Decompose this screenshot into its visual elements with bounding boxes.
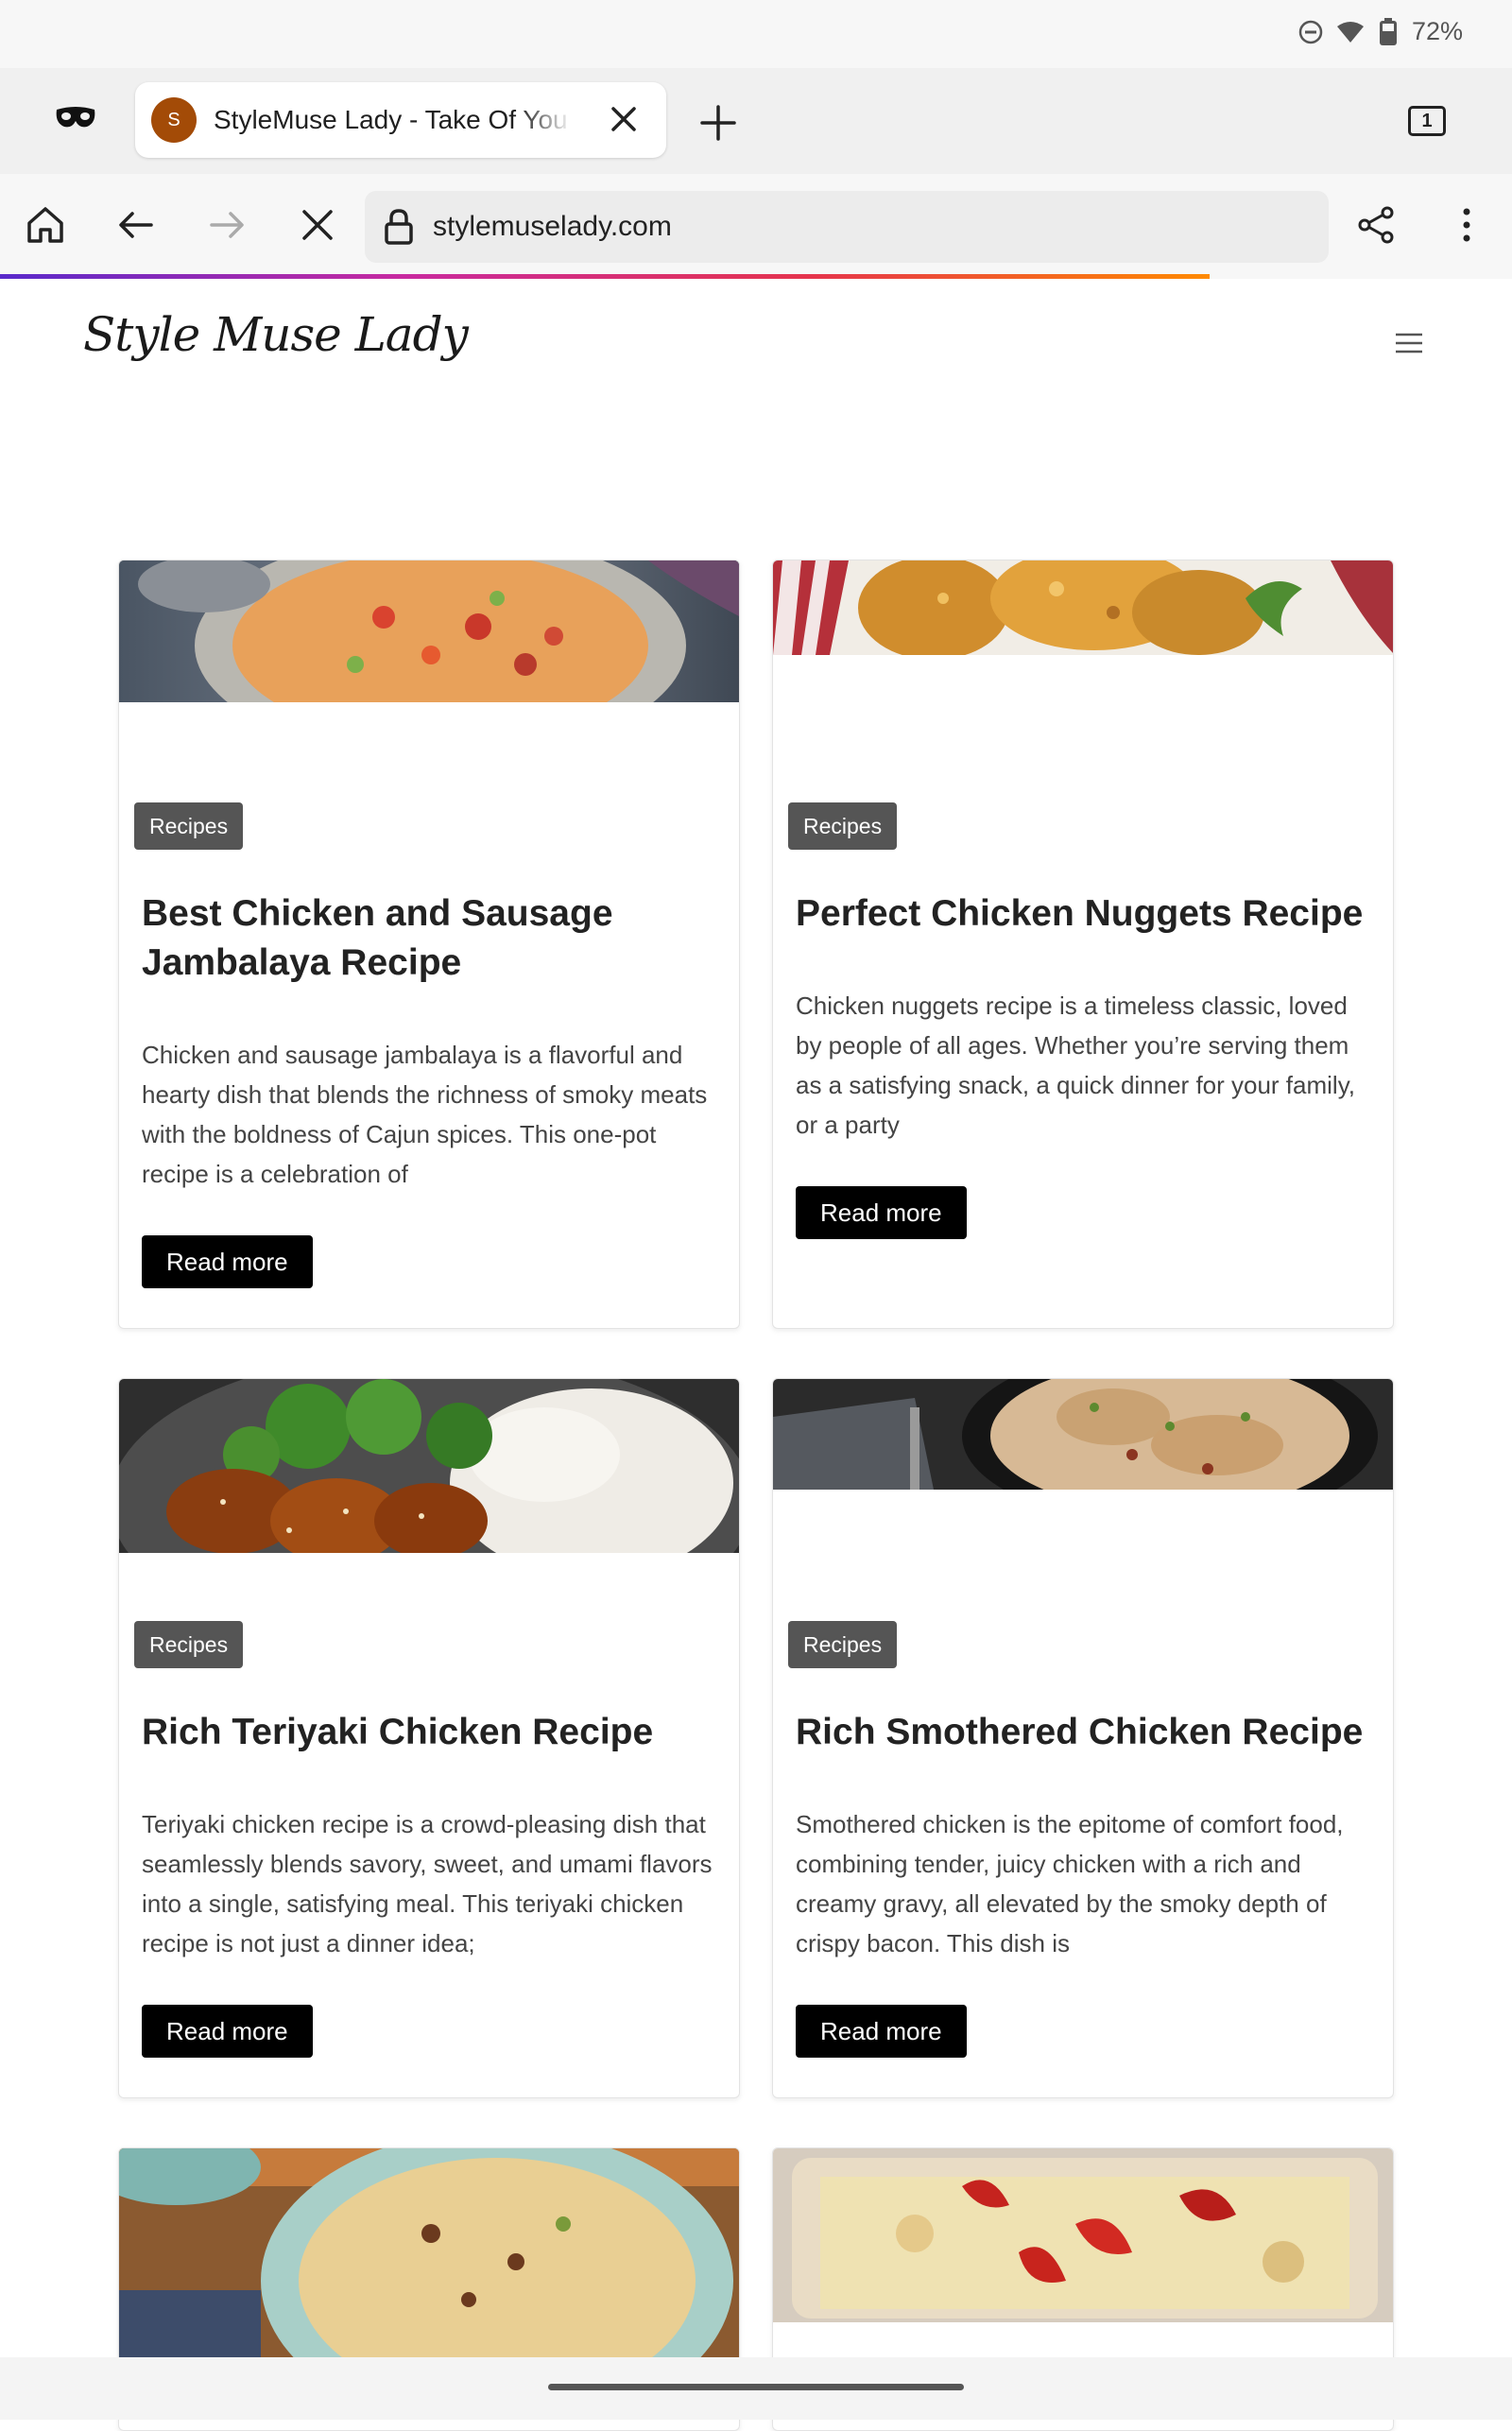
forward-arrow-icon[interactable] (206, 204, 248, 246)
read-more-button[interactable]: Read more (142, 1235, 313, 1288)
category-badge[interactable]: Recipes (788, 802, 898, 850)
read-more-button[interactable]: Read more (796, 1186, 967, 1239)
tab-counter-button[interactable]: 1 (1408, 106, 1446, 136)
share-icon[interactable] (1355, 204, 1397, 246)
active-tab[interactable]: S StyleMuse Lady - Take Of You (135, 82, 666, 158)
url-text: stylemuselady.com (433, 211, 672, 242)
post-card: Recipes Rich Teriyaki Chicken Recipe Ter… (118, 1378, 740, 2098)
read-more-button[interactable]: Read more (796, 2005, 967, 2058)
private-browsing-icon[interactable] (55, 104, 96, 130)
read-more-button[interactable]: Read more (142, 2005, 313, 2058)
stop-loading-icon[interactable] (297, 204, 338, 246)
post-card: Recipes Rich Smothered Chicken Recipe Sm… (772, 1378, 1394, 2098)
address-bar[interactable]: stylemuselady.com (365, 191, 1329, 263)
tab-title: StyleMuse Lady - Take Of You (214, 105, 568, 134)
site-header: Style Muse Lady (0, 279, 1512, 411)
post-card: Recipes Best Chicken and Sausage Jambala… (118, 560, 740, 1329)
post-excerpt: Teriyaki chicken recipe is a crowd-pleas… (142, 1810, 713, 1957)
wifi-icon (1336, 21, 1364, 43)
teriyaki-chicken-image[interactable] (119, 1379, 739, 1553)
post-title[interactable]: Best Chicken and Sausage Jambalaya Recip… (142, 889, 716, 988)
back-arrow-icon[interactable] (115, 204, 157, 246)
system-navigation-bar (0, 2357, 1512, 2420)
tab-strip: S StyleMuse Lady - Take Of You 1 (0, 68, 1512, 174)
post-excerpt: Chicken and sausage jambalaya is a flavo… (142, 1041, 708, 1188)
post-excerpt: Smothered chicken is the epitome of comf… (796, 1810, 1344, 1957)
menu-icon[interactable] (1394, 331, 1424, 355)
post-title[interactable]: Rich Smothered Chicken Recipe (796, 1708, 1370, 1757)
post-title[interactable]: Perfect Chicken Nuggets Recipe (796, 889, 1370, 939)
lock-icon[interactable] (384, 208, 414, 246)
casserole-image[interactable] (773, 2148, 1393, 2322)
battery-level: 72% (1411, 17, 1463, 45)
category-badge[interactable]: Recipes (134, 1621, 244, 1668)
close-tab-icon[interactable] (608, 103, 640, 135)
post-title[interactable]: Rich Teriyaki Chicken Recipe (142, 1708, 716, 1757)
category-badge[interactable]: Recipes (134, 802, 244, 850)
post-card: Recipes Perfect Chicken Nuggets Recipe C… (772, 560, 1394, 1329)
battery-icon (1379, 17, 1397, 45)
new-tab-icon[interactable] (699, 104, 737, 142)
smothered-chicken-image[interactable] (773, 1379, 1393, 1490)
jambalaya-image[interactable] (119, 560, 739, 702)
category-badge[interactable]: Recipes (788, 1621, 898, 1668)
chicken-nuggets-image[interactable] (773, 560, 1393, 655)
home-icon[interactable] (25, 204, 66, 246)
site-favicon: S (151, 97, 197, 143)
site-logo[interactable]: Style Muse Lady (83, 307, 469, 362)
more-options-icon[interactable] (1446, 204, 1487, 246)
post-excerpt: Chicken nuggets recipe is a timeless cla… (796, 991, 1355, 1139)
dnd-icon (1298, 20, 1323, 43)
browser-toolbar: stylemuselady.com (0, 174, 1512, 278)
home-gesture-handle[interactable] (548, 2384, 964, 2390)
pasta-image[interactable] (119, 2148, 739, 2366)
status-bar: 72% (0, 0, 1512, 68)
